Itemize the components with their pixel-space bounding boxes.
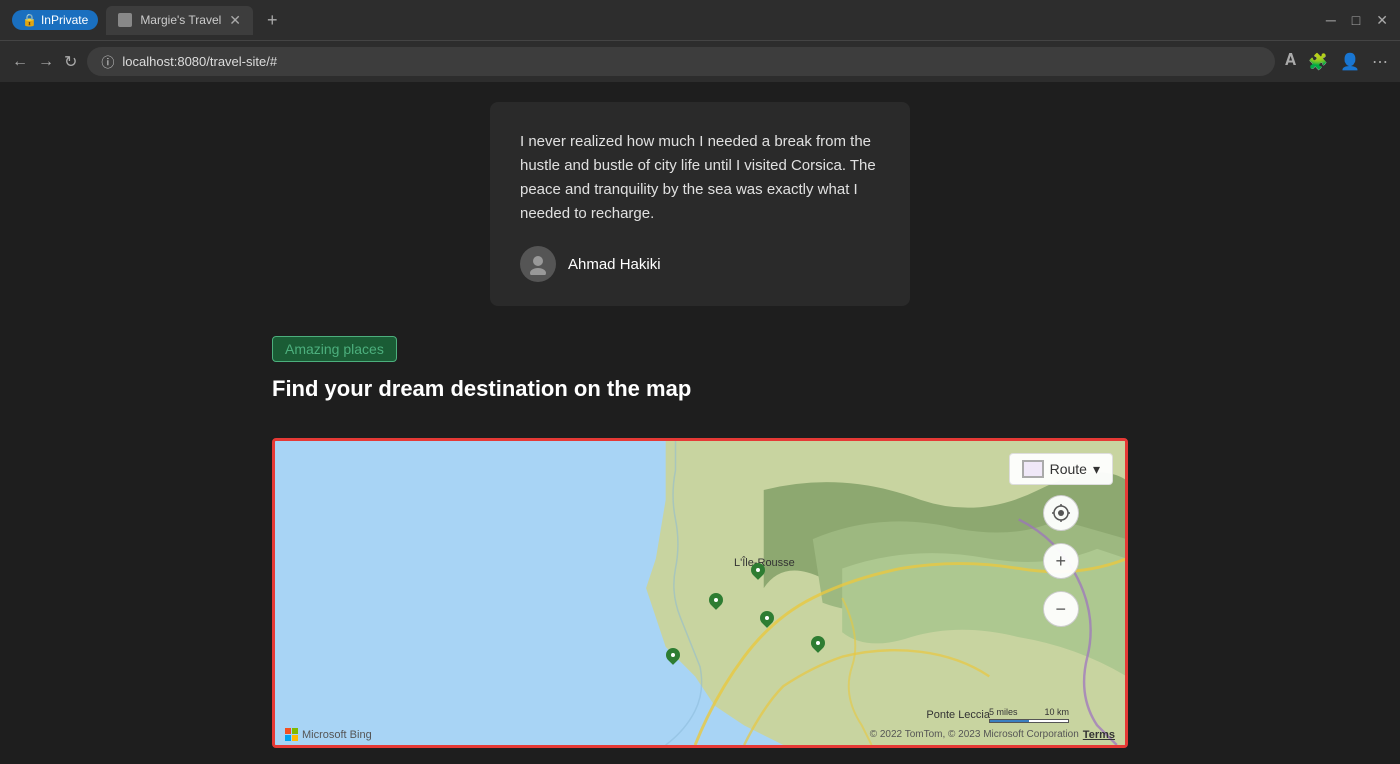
terms-link[interactable]: Terms: [1083, 729, 1115, 741]
amazing-places-badge: Amazing places: [272, 336, 397, 362]
author-name: Ahmad Hakiki: [568, 256, 661, 273]
zoom-out-button[interactable]: −: [1043, 591, 1079, 627]
toolbar-icons: 𝐀 🧩 👤 ⋯: [1285, 52, 1388, 72]
maximize-button[interactable]: □: [1352, 12, 1360, 29]
address-bar-row: ← → ↻ ⓘ localhost:8080/travel-site/# 𝐀 🧩…: [0, 40, 1400, 82]
map-container[interactable]: L'Île-Rousse Ponte Leccia Route: [272, 438, 1128, 748]
minimize-button[interactable]: ─: [1326, 12, 1336, 29]
tab-title: Margie's Travel: [140, 13, 221, 27]
testimonial-section: I never realized how much I needed a bre…: [10, 82, 1390, 326]
scale-line: [989, 719, 1069, 723]
location-button[interactable]: [1043, 495, 1079, 531]
bing-sq-red: [285, 728, 291, 734]
map-marker-5[interactable]: [811, 636, 825, 656]
extensions-icon[interactable]: 🧩: [1308, 52, 1328, 72]
map-footer: Microsoft Bing © 2022 TomTom, © 2023 Mic…: [275, 724, 1125, 745]
copyright-text: © 2022 TomTom, © 2023 Microsoft Corporat…: [870, 729, 1079, 740]
scale-miles: 5 miles: [989, 707, 1018, 717]
testimonial-text: I never realized how much I needed a bre…: [520, 130, 880, 226]
inprivate-icon: 🔒: [22, 13, 37, 27]
window-controls: ─ □ ✕: [1326, 12, 1388, 29]
map-marker-2[interactable]: [751, 563, 765, 583]
page-footer: Margie's Travel: [10, 748, 1390, 764]
avatar: [520, 246, 556, 282]
forward-button[interactable]: →: [38, 53, 54, 71]
testimonial-card: I never realized how much I needed a bre…: [490, 102, 910, 306]
title-bar-left: 🔒 InPrivate Margie's Travel ✕ +: [12, 6, 284, 35]
inprivate-badge[interactable]: 🔒 InPrivate: [12, 10, 98, 30]
address-text: localhost:8080/travel-site/#: [122, 54, 277, 69]
inprivate-label: InPrivate: [41, 13, 88, 27]
route-dropdown-icon: ▾: [1093, 461, 1100, 478]
amazing-places-section: Amazing places Find your dream destinati…: [10, 326, 1390, 438]
scale-km: 10 km: [1044, 707, 1069, 717]
info-icon: ⓘ: [101, 52, 114, 71]
map-marker-4[interactable]: [666, 648, 680, 668]
title-bar: 🔒 InPrivate Margie's Travel ✕ + ─ □ ✕: [0, 0, 1400, 40]
back-button[interactable]: ←: [12, 53, 28, 71]
section-title: Find your dream destination on the map: [272, 376, 1128, 402]
bing-sq-green: [292, 728, 298, 734]
read-aloud-icon[interactable]: 𝐀: [1285, 52, 1296, 72]
bing-logo: Microsoft Bing: [285, 728, 372, 741]
tab-favicon: [118, 13, 132, 27]
refresh-button[interactable]: ↻: [64, 52, 77, 72]
page-content: I never realized how much I needed a bre…: [0, 82, 1400, 764]
close-button[interactable]: ✕: [1376, 12, 1388, 29]
new-tab-button[interactable]: +: [261, 10, 284, 31]
profiles-icon[interactable]: 👤: [1340, 52, 1360, 72]
more-options-icon[interactable]: ⋯: [1372, 52, 1388, 72]
bing-text: Microsoft Bing: [302, 729, 372, 741]
map-svg: [275, 441, 1125, 745]
browser-chrome: 🔒 InPrivate Margie's Travel ✕ + ─ □ ✕ ← …: [0, 0, 1400, 82]
map-marker-3[interactable]: [760, 611, 774, 631]
route-label: Route: [1050, 461, 1087, 477]
zoom-out-icon: −: [1056, 599, 1067, 620]
content-wrapper: I never realized how much I needed a bre…: [10, 82, 1390, 764]
zoom-in-button[interactable]: +: [1043, 543, 1079, 579]
testimonial-author: Ahmad Hakiki: [520, 246, 880, 282]
scale-bar: 5 miles 10 km: [989, 707, 1069, 723]
map-label-ponte: Ponte Leccia: [926, 709, 990, 721]
map-marker-1[interactable]: [709, 593, 723, 613]
zoom-in-icon: +: [1056, 551, 1067, 572]
active-tab[interactable]: Margie's Travel ✕: [106, 6, 253, 35]
route-icon: [1022, 460, 1044, 478]
bing-sq-yellow: [292, 735, 298, 741]
tab-close-button[interactable]: ✕: [229, 12, 241, 29]
route-button[interactable]: Route ▾: [1009, 453, 1113, 485]
route-controls: Route ▾ + −: [1009, 453, 1113, 633]
bing-sq-blue: [285, 735, 291, 741]
address-bar[interactable]: ⓘ localhost:8080/travel-site/#: [87, 47, 1275, 76]
map-copyright: © 2022 TomTom, © 2023 Microsoft Corporat…: [870, 729, 1115, 741]
bing-logo-squares: [285, 728, 298, 741]
map-background: L'Île-Rousse Ponte Leccia Route: [275, 441, 1125, 745]
